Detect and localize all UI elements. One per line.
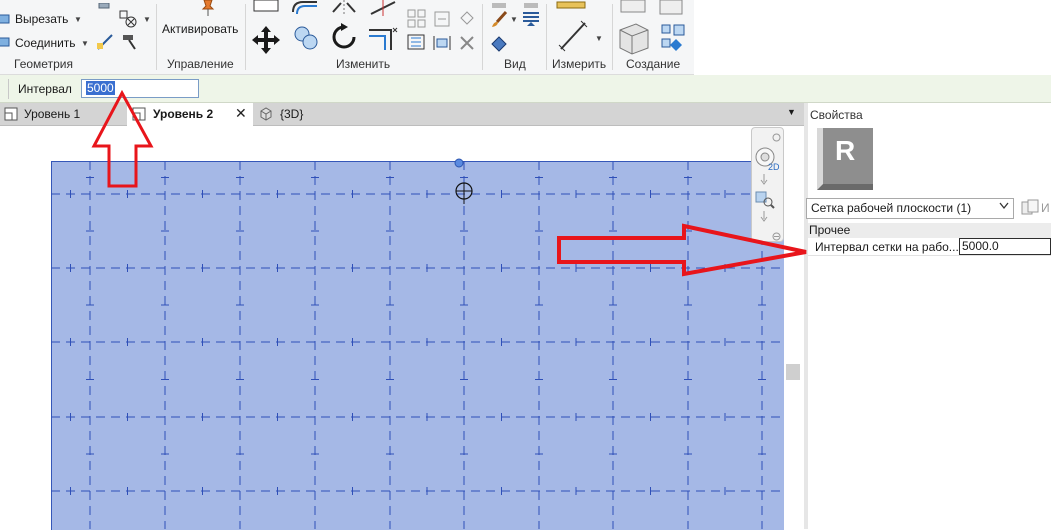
create-group-icon[interactable] [616, 20, 652, 59]
measure-panel-label: Измерить [552, 57, 607, 71]
edit-type-button[interactable]: И [1041, 201, 1050, 215]
edit-type-icon[interactable] [1021, 199, 1039, 220]
grid-drag-handle[interactable] [454, 157, 464, 171]
type-selector[interactable]: Сетка рабочей плоскости (1) [806, 198, 1014, 219]
modify-panel-label: Изменить [336, 57, 391, 71]
copy-icon[interactable] [291, 22, 321, 55]
steering-wheel-icon[interactable]: 2D [754, 146, 780, 175]
similar-placement-icon[interactable] [660, 23, 688, 56]
align-icon[interactable] [252, 0, 280, 17]
mirror-icon[interactable] [330, 0, 358, 19]
activate-button[interactable]: Активировать [162, 22, 238, 36]
rotate-icon[interactable] [329, 22, 359, 55]
join-geometry-button[interactable]: Соединить [15, 36, 76, 50]
workplane-grid [51, 161, 783, 529]
property-value-input[interactable]: 5000.0 [959, 238, 1051, 255]
paint-icon[interactable] [96, 0, 112, 14]
cut-geometry-icon[interactable] [0, 13, 12, 28]
panel-divider [156, 4, 157, 70]
vertical-scrollbar-thumb[interactable] [786, 364, 800, 380]
options-bar-grip [8, 79, 9, 99]
chevron-down-icon[interactable] [758, 211, 772, 226]
3d-view-icon [259, 107, 273, 124]
ribbon: Вырезать ▼ Соединить ▼ ▼ Геометрия Актив… [0, 0, 694, 75]
svg-text:2D: 2D [768, 162, 780, 172]
create-panel-label: Создание [626, 57, 681, 71]
trim-extend-icon[interactable] [367, 24, 399, 55]
demolish-hammer-icon[interactable] [121, 33, 139, 54]
chevron-down-icon[interactable]: ▼ [74, 15, 82, 24]
tab-3d[interactable]: {3D} [280, 103, 303, 125]
properties-title: Свойства [810, 108, 863, 122]
align-distribute-icon[interactable] [432, 34, 452, 55]
aligned-dimension-icon[interactable] [557, 19, 589, 56]
join-geometry-icon[interactable] [0, 36, 12, 51]
tab-level-2-label[interactable]: Уровень 2 [153, 103, 213, 125]
view-tab-bar [0, 103, 804, 126]
revit-logo-icon: R [813, 126, 875, 193]
panel-divider [612, 4, 613, 70]
view-panel-label: Вид [504, 57, 526, 71]
move-icon[interactable] [250, 24, 282, 59]
chevron-down-icon[interactable]: ▼ [81, 39, 89, 48]
ribbon-empty-area [694, 0, 1051, 74]
measure-between-icon[interactable] [556, 0, 586, 14]
zoom-region-icon[interactable] [754, 190, 776, 213]
create-assembly-icon[interactable] [619, 0, 649, 17]
close-icon[interactable]: ✕ [235, 105, 247, 122]
delete-icon[interactable] [458, 34, 476, 55]
offset-icon[interactable] [291, 0, 319, 19]
tab-level-1[interactable]: Уровень 1 [24, 103, 80, 125]
array-icon[interactable] [407, 9, 427, 32]
panel-divider [482, 4, 483, 70]
property-name: Интервал сетки на рабо... [815, 240, 959, 254]
manage-panel-label: Управление [167, 57, 234, 71]
eraser-icon[interactable] [489, 34, 509, 55]
interval-label: Интервал [18, 82, 72, 96]
paintbrush-icon[interactable] [489, 10, 509, 33]
pin-icon[interactable] [199, 0, 217, 19]
tab-list-dropdown-icon[interactable]: ▼ [787, 107, 796, 117]
chevron-down-icon[interactable] [758, 174, 772, 189]
interval-input-value[interactable]: 5000 [86, 81, 115, 95]
thin-lines-icon[interactable] [521, 10, 541, 31]
split-face-icon[interactable] [96, 33, 114, 54]
unpin-icon[interactable] [458, 9, 476, 30]
wall-joins-icon[interactable] [119, 10, 139, 31]
floor-plan-icon [132, 107, 146, 124]
split-element-icon[interactable] [369, 0, 397, 19]
category-header[interactable]: Прочее [808, 223, 1051, 238]
chevron-down-icon[interactable]: ▼ [510, 15, 518, 24]
create-parts-icon[interactable] [656, 0, 686, 21]
panel-divider [245, 4, 246, 70]
copy-to-clipboard-icon[interactable] [432, 9, 452, 32]
workplane-origin-icon[interactable] [454, 181, 474, 208]
geometry-panel-label: Геометрия [14, 57, 73, 71]
settings-icon[interactable] [772, 230, 781, 244]
cut-geometry-button[interactable]: Вырезать [15, 12, 68, 26]
svg-text:R: R [835, 135, 855, 166]
chevron-down-icon[interactable] [999, 202, 1009, 213]
scale-icon[interactable] [407, 34, 427, 55]
panel-divider [546, 4, 547, 70]
close-icon[interactable] [772, 131, 781, 145]
floor-plan-icon [4, 107, 18, 124]
chevron-down-icon[interactable]: ▼ [143, 15, 151, 24]
chevron-down-icon[interactable]: ▼ [595, 34, 603, 43]
